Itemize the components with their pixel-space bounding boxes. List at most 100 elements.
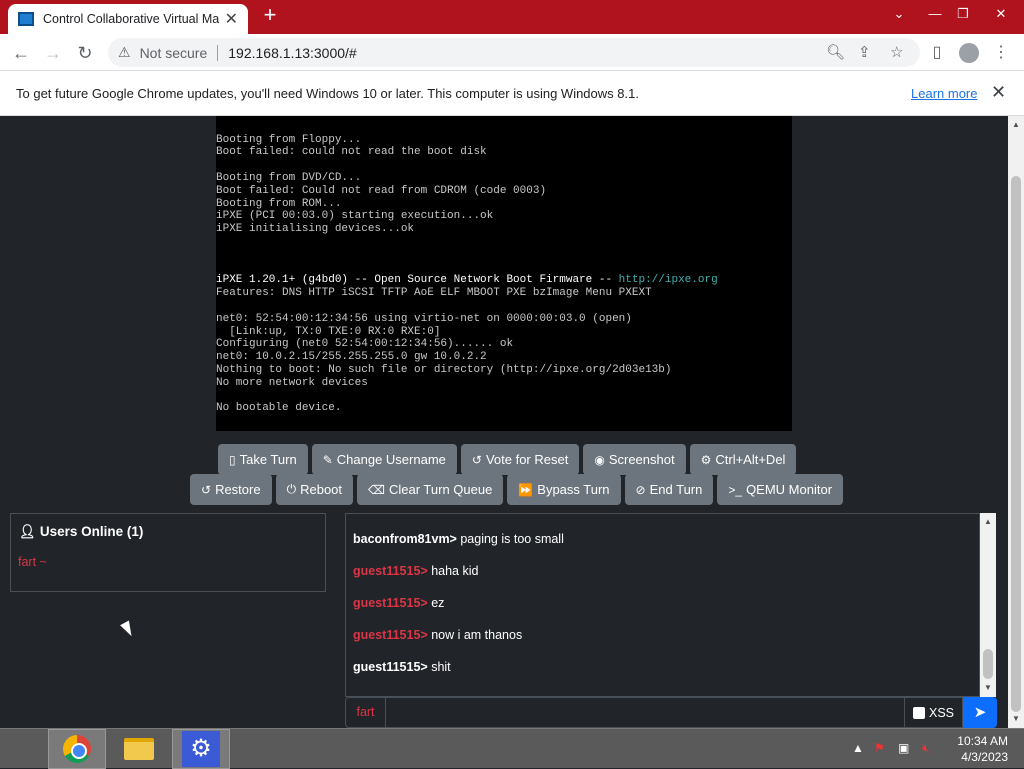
reload-icon[interactable]: ↻	[72, 40, 98, 66]
warning-icon[interactable]: ⚠	[118, 44, 131, 61]
scroll-up-icon[interactable]: ▲	[1012, 120, 1020, 129]
browser-tab[interactable]: Control Collaborative Virtual Mac ✕	[8, 4, 248, 34]
url-text[interactable]: 192.168.1.13:3000/#	[228, 45, 356, 61]
change-username-button[interactable]: ✎ Change Username	[311, 444, 457, 475]
vm-console-text: Boot failed: could not read the boot dis…	[216, 116, 792, 431]
console-line: No bootable device.	[216, 402, 342, 415]
console-line: _	[216, 428, 792, 431]
folder-icon	[124, 738, 154, 760]
learn-more-link[interactable]: Learn more	[911, 86, 977, 101]
menu-kebab-icon[interactable]: ⋮	[988, 40, 1014, 66]
side-panel-icon[interactable]: ▯	[924, 40, 950, 66]
zoom-icon[interactable]: 🔍︎	[826, 38, 845, 67]
console-line: Booting from DVD/CD...	[216, 171, 362, 184]
chat-text: ez	[427, 596, 445, 610]
restore-window-button[interactable]: ❐	[946, 2, 980, 26]
restore-icon: ↺	[201, 482, 212, 497]
not-secure-label[interactable]: Not secure	[140, 45, 208, 61]
close-window-button[interactable]: ✕	[984, 2, 1018, 26]
vm-button-row-2: ↺ Restore ⏻ Reboot ⌫ Clear Turn Queue ⏩ Bypass …	[190, 474, 844, 505]
chat-username: guest11515>	[353, 564, 428, 578]
clock-time: 10:34 AM	[957, 734, 1008, 748]
vote-reset-button[interactable]: ↺ Vote for Reset	[460, 444, 580, 475]
forward-arrow-icon[interactable]: →	[40, 40, 66, 66]
partial-message: "	[353, 513, 358, 520]
chat-message: guest11515> haha kid	[353, 564, 478, 578]
flag-icon[interactable]: ⚑	[874, 741, 885, 755]
taskbar-chrome[interactable]	[48, 729, 106, 769]
restore-button[interactable]: ↺ Restore	[190, 474, 272, 505]
bypass-turn-button[interactable]: ⏩ Bypass Turn	[507, 474, 621, 505]
scroll-up-icon[interactable]: ▲	[984, 517, 992, 526]
clock-date: 4/3/2023	[961, 750, 1008, 764]
end-turn-icon: ⊘	[635, 482, 646, 497]
console-line: Booting from Floppy...	[216, 133, 362, 146]
button-label: End Turn	[649, 482, 703, 497]
chrome-icon	[63, 735, 91, 763]
reboot-button[interactable]: ⏻ Reboot	[275, 474, 354, 505]
infobar-text: To get future Google Chrome updates, you…	[16, 86, 639, 101]
screenshot-button[interactable]: ◉ Screenshot	[583, 444, 686, 475]
button-label: Change Username	[336, 452, 446, 467]
console-line: Boot failed: Could not read from CDROM (…	[216, 184, 547, 197]
profile-avatar[interactable]	[956, 40, 982, 66]
volume-muted-icon[interactable]: 🔇︎	[922, 741, 930, 756]
console-line: Booting from ROM...	[216, 197, 342, 210]
qemu-monitor-button[interactable]: >_ QEMU Monitor	[717, 474, 844, 505]
address-bar[interactable]: ⚠ Not secure 192.168.1.13:3000/# 🔍︎ ⇪ ☆	[108, 38, 920, 67]
chat-username: fart	[345, 697, 386, 728]
console-line: net0: 52:54:00:12:34:56 using virtio-net…	[216, 312, 632, 325]
share-icon[interactable]: ⇪	[858, 38, 871, 67]
vm-display[interactable]: Boot failed: could not read the boot dis…	[216, 116, 792, 431]
tray-chevron-icon[interactable]: ▲	[852, 741, 864, 755]
button-label: QEMU Monitor	[746, 482, 833, 497]
avatar	[959, 43, 979, 63]
infobar-close-icon[interactable]: ✕	[991, 82, 1006, 103]
chat-username: guest11515>	[353, 628, 428, 642]
taskbar-settings[interactable]: ⚙	[172, 729, 230, 769]
console-line: Features: DNS HTTP iSCSI TFTP AoE ELF MB…	[216, 287, 652, 300]
button-label: Ctrl+Alt+Del	[715, 452, 786, 467]
console-line: iPXE 1.20.1+ (g4bd0) -- Open Source Netw…	[216, 274, 718, 287]
system-clock[interactable]: 10:34 AM 4/3/2023	[948, 733, 1008, 765]
taskbar-file-explorer[interactable]	[110, 729, 168, 769]
scroll-down-icon[interactable]: ▼	[1012, 714, 1020, 723]
page-scroll-thumb[interactable]	[1011, 176, 1021, 712]
page-scrollbar[interactable]: ▲ ▼	[1008, 116, 1024, 728]
take-turn-button[interactable]: ▯ Take Turn	[218, 444, 308, 475]
paper-plane-icon: ➤	[973, 704, 987, 721]
tab-search-icon[interactable]: ⌄	[882, 2, 916, 26]
back-arrow-icon[interactable]: ←	[8, 40, 34, 66]
tab-close-icon[interactable]: ✕	[225, 9, 238, 29]
users-online-panel: 👤︎ Users Online (1) fart ~	[10, 513, 326, 592]
users-online-title: 👤︎ Users Online (1)	[19, 524, 143, 540]
chat-message: guest11515> now i am thanos	[353, 628, 522, 642]
button-label: Restore	[215, 482, 261, 497]
console-line: [Link:up, TX:0 TXE:0 RX:0 RXE:0]	[216, 325, 441, 338]
console-line: net0: 10.0.2.15/255.255.255.0 gw 10.0.2.…	[216, 351, 487, 364]
update-infobar: To get future Google Chrome updates, you…	[0, 71, 1024, 116]
xss-checkbox[interactable]	[912, 706, 925, 719]
user-list-item[interactable]: fart ~	[18, 555, 47, 569]
chat-input[interactable]	[386, 697, 905, 728]
tab-strip: Control Collaborative Virtual Mac ✕ + ⌄ …	[0, 0, 1024, 34]
bookmark-star-icon[interactable]: ☆	[890, 38, 903, 67]
new-tab-button[interactable]: +	[258, 4, 282, 28]
chat-message: guest11515> ez	[353, 596, 444, 610]
chat-log[interactable]: " baconfrom81vm> paging is too small gues…	[345, 513, 980, 697]
end-turn-button[interactable]: ⊘ End Turn	[624, 474, 714, 505]
network-icon[interactable]: ▣	[898, 741, 909, 755]
vote-reset-icon: ↺	[471, 452, 482, 467]
scroll-down-icon[interactable]: ▼	[984, 683, 992, 692]
chat-scroll-thumb[interactable]	[983, 649, 993, 679]
chat-scrollbar[interactable]: ▲ ▼	[980, 513, 996, 697]
send-button[interactable]: ➤	[963, 697, 997, 728]
console-line: Boot failed: could not read the boot dis…	[216, 146, 487, 159]
divider	[217, 44, 219, 61]
xss-toggle[interactable]: XSS	[905, 697, 963, 728]
ctrl-alt-del-button[interactable]: ⚙ Ctrl+Alt+Del	[689, 444, 797, 475]
chat-text: paging is too small	[456, 532, 564, 546]
clear-turn-queue-button[interactable]: ⌫ Clear Turn Queue	[357, 474, 504, 505]
